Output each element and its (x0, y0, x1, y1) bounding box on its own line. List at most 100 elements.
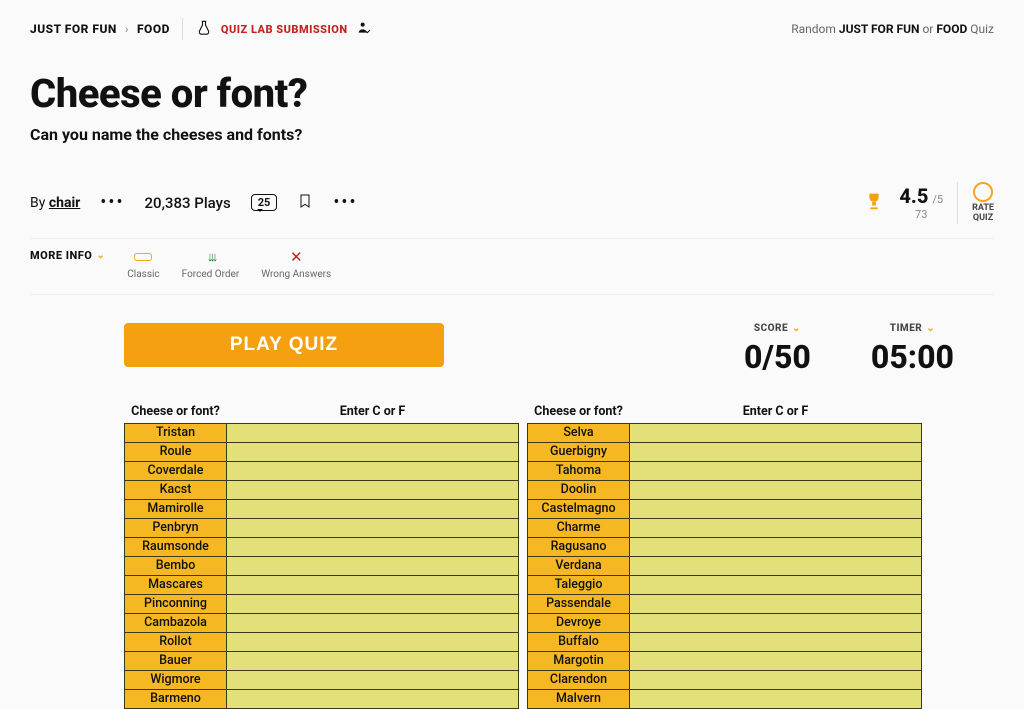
table-row: Clarendon (528, 670, 922, 689)
quiz-item-answer[interactable] (630, 461, 922, 480)
table-row: Margotin (528, 651, 922, 670)
table-row: Barmeno (125, 689, 519, 708)
table-row: Malvern (528, 689, 922, 708)
tag-classic: Classic (127, 249, 159, 280)
table-row: Doolin (528, 480, 922, 499)
quiz-item-answer[interactable] (630, 594, 922, 613)
quiz-item-answer[interactable] (630, 575, 922, 594)
table-row: Charme (528, 518, 922, 537)
quiz-item-answer[interactable] (227, 689, 519, 708)
table-row: Coverdale (125, 461, 519, 480)
table-row: Buffalo (528, 632, 922, 651)
quiz-item-name: Rollot (125, 632, 227, 651)
quiz-item-answer[interactable] (227, 499, 519, 518)
quiz-item-answer[interactable] (630, 537, 922, 556)
person-check-icon (356, 20, 372, 39)
quiz-item-answer[interactable] (227, 518, 519, 537)
quiz-item-name: Coverdale (125, 461, 227, 480)
breadcrumb-leaf[interactable]: FOOD (137, 22, 170, 36)
table-row: Cambazola (125, 613, 519, 632)
comments-button[interactable]: 25 (251, 194, 278, 211)
table-row: Ragusano (528, 537, 922, 556)
table-row: Tristan (125, 423, 519, 442)
byline: By chair (30, 195, 80, 211)
quiz-item-name: Charme (528, 518, 630, 537)
table-row: Bauer (125, 651, 519, 670)
quiz-item-answer[interactable] (630, 556, 922, 575)
table-row: Penbryn (125, 518, 519, 537)
random-quiz-link[interactable]: Random JUST FOR FUN or FOOD Quiz (791, 22, 994, 36)
table-row: Selva (528, 423, 922, 442)
table-row: Pinconning (125, 594, 519, 613)
classic-icon (134, 253, 152, 261)
more-menu-button[interactable]: ••• (333, 192, 357, 213)
quiz-item-answer[interactable] (630, 613, 922, 632)
quiz-item-answer[interactable] (630, 423, 922, 442)
quiz-item-name: Roule (125, 442, 227, 461)
quiz-item-answer[interactable] (227, 537, 519, 556)
table-row: Mamirolle (125, 499, 519, 518)
quiz-item-answer[interactable] (227, 670, 519, 689)
score-value: 0/50 (744, 338, 811, 376)
quiz-item-answer[interactable] (630, 442, 922, 461)
table-row: Bembo (125, 556, 519, 575)
score-label[interactable]: SCORE⌄ (744, 323, 811, 334)
quiz-item-answer[interactable] (227, 632, 519, 651)
arrows-down-icon: ↓↓↓ (207, 249, 215, 265)
quiz-item-name: Kacst (125, 480, 227, 499)
quiz-item-name: Cambazola (125, 613, 227, 632)
quiz-item-answer[interactable] (227, 651, 519, 670)
bookmark-button[interactable] (297, 191, 313, 215)
quiz-item-name: Selva (528, 423, 630, 442)
quiz-item-name: Pinconning (125, 594, 227, 613)
rating-display: 4.5 /5 73 (899, 184, 943, 221)
quiz-table-left: Cheese or font? Enter C or F TristanRoul… (124, 400, 519, 709)
quiz-item-answer[interactable] (630, 518, 922, 537)
quiz-item-name: Mamirolle (125, 499, 227, 518)
quiz-item-answer[interactable] (227, 556, 519, 575)
quiz-item-answer[interactable] (227, 480, 519, 499)
quiz-item-answer[interactable] (630, 651, 922, 670)
quiz-item-name: Tristan (125, 423, 227, 442)
quiz-item-answer[interactable] (630, 499, 922, 518)
page-title: Cheese or font? (30, 70, 994, 117)
more-info-toggle[interactable]: MORE INFO⌄ (30, 249, 105, 262)
author-link[interactable]: chair (49, 195, 80, 211)
quiz-item-answer[interactable] (630, 689, 922, 708)
quiz-item-answer[interactable] (227, 442, 519, 461)
author-menu-button[interactable]: ••• (100, 192, 124, 213)
table-row: Raumsonde (125, 537, 519, 556)
quiz-item-answer[interactable] (630, 480, 922, 499)
play-quiz-button[interactable]: PLAY QUIZ (124, 323, 444, 367)
quiz-item-answer[interactable] (227, 575, 519, 594)
quiz-item-name: Castelmagno (528, 499, 630, 518)
quiz-item-name: Passendale (528, 594, 630, 613)
quiz-item-name: Bembo (125, 556, 227, 575)
play-count: 20,383 Plays (145, 194, 231, 212)
separator (182, 18, 183, 40)
quiz-item-name: Ragusano (528, 537, 630, 556)
quiz-item-name: Taleggio (528, 575, 630, 594)
quiz-item-answer[interactable] (227, 423, 519, 442)
quiz-item-name: Raumsonde (125, 537, 227, 556)
col-header-answer: Enter C or F (630, 400, 922, 424)
table-row: Kacst (125, 480, 519, 499)
tag-forced-order: ↓↓↓ Forced Order (182, 249, 240, 280)
timer-label[interactable]: TIMER⌄ (871, 323, 954, 334)
quiz-item-name: Tahoma (528, 461, 630, 480)
quiz-item-name: Devroye (528, 613, 630, 632)
quiz-item-answer[interactable] (227, 594, 519, 613)
quiz-item-answer[interactable] (630, 632, 922, 651)
quiz-item-name: Margotin (528, 651, 630, 670)
quiz-item-answer[interactable] (227, 613, 519, 632)
quiz-item-name: Bauer (125, 651, 227, 670)
quiz-item-answer[interactable] (630, 670, 922, 689)
quiz-item-answer[interactable] (227, 461, 519, 480)
table-row: Taleggio (528, 575, 922, 594)
rate-ring-icon (973, 182, 993, 202)
quiz-lab-label: QUIZ LAB SUBMISSION (221, 23, 348, 36)
x-icon: ✕ (290, 248, 303, 266)
table-row: Guerbigny (528, 442, 922, 461)
breadcrumb-root[interactable]: JUST FOR FUN (30, 22, 117, 36)
rate-quiz-button[interactable]: RATE QUIZ (957, 182, 994, 224)
